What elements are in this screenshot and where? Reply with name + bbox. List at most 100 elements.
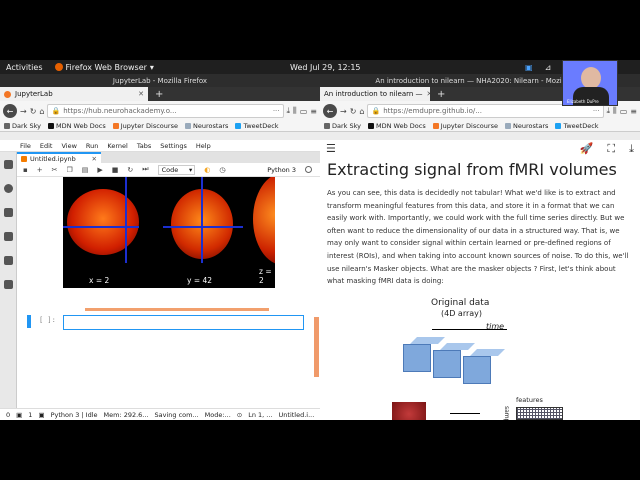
stop-icon[interactable]: ■ — [112, 166, 119, 174]
twitter-icon — [235, 123, 242, 129]
figure-title: Original data — [431, 298, 490, 308]
volume-cube — [463, 356, 491, 384]
download-icon[interactable]: ⤓ — [607, 106, 611, 116]
coord-label: z = 2 — [259, 267, 272, 285]
download-icon[interactable]: ⤓ — [287, 106, 291, 116]
bug-icon[interactable]: ⊙ — [237, 411, 242, 419]
figure-subtitle: (4D array) — [441, 309, 483, 318]
copy-icon[interactable]: ❐ — [67, 166, 73, 174]
back-button[interactable]: ← — [3, 104, 17, 118]
launch-rocket-icon[interactable]: 🚀 — [580, 142, 594, 155]
menu-icon[interactable]: ≡ — [310, 107, 317, 116]
forward-button[interactable]: → — [20, 107, 27, 116]
notebook-tab[interactable]: Untitled.ipynb ✕ — [17, 152, 101, 163]
menu-item[interactable]: File — [20, 142, 31, 150]
cube-top — [410, 337, 445, 344]
close-notebook-icon[interactable]: ✕ — [92, 155, 97, 163]
firefox-icon — [54, 63, 63, 71]
reload-button[interactable]: ↻ — [30, 107, 37, 116]
sidebar-icon[interactable]: ▭ — [620, 107, 628, 116]
status-item[interactable]: 1 — [28, 411, 32, 419]
hamburger-menu-icon[interactable]: ☰ — [326, 142, 336, 155]
bookmark-item[interactable]: Jupyter Discourse — [432, 122, 498, 130]
zoom-icon[interactable]: ▣ — [525, 63, 533, 72]
cell-type-label: Code — [161, 165, 179, 174]
app-menu[interactable]: Firefox Web Browser ▾ — [54, 63, 154, 72]
github-icon[interactable]: ◐ — [204, 166, 210, 174]
menu-item[interactable]: View — [61, 142, 76, 150]
menu-item[interactable]: Kernel — [107, 142, 127, 150]
download-page-icon[interactable]: ⤓ — [629, 142, 634, 156]
bookmark-item[interactable]: Neurostars — [184, 122, 228, 130]
commands-icon[interactable] — [4, 208, 13, 217]
clock[interactable]: Wed Jul 29, 12:15 — [290, 63, 361, 72]
menu-item[interactable]: Edit — [40, 142, 53, 150]
home-button[interactable]: ⌂ — [359, 107, 364, 116]
paste-icon[interactable]: ▤ — [82, 166, 89, 174]
address-bar[interactable]: 🔒 https://emdupre.github.io/... ··· — [367, 104, 604, 118]
tabs-icon[interactable] — [4, 256, 13, 265]
fast-forward-icon[interactable]: ⏭ — [142, 165, 148, 174]
restart-icon[interactable]: ↻ — [127, 166, 133, 174]
library-icon[interactable]: ⫼ — [293, 106, 297, 116]
close-tab-icon[interactable]: ✕ — [427, 90, 430, 98]
home-button[interactable]: ⌂ — [39, 107, 44, 116]
library-icon[interactable]: ⫼ — [613, 106, 617, 116]
property-inspector-icon[interactable] — [4, 232, 13, 241]
output-scrollbar[interactable] — [85, 308, 269, 311]
running-icon[interactable] — [4, 184, 13, 193]
status-item[interactable]: Mode:... — [205, 411, 231, 419]
window-title: JupyterLab - Mozilla Firefox — [0, 74, 320, 87]
page-actions-icon[interactable]: ··· — [273, 107, 280, 115]
browser-tab-nilearn[interactable]: An introduction to nilearn — ✕ — [320, 87, 430, 101]
vertical-scrollbar[interactable] — [314, 317, 319, 377]
system-tray[interactable]: ▣ ⊿ — [525, 63, 551, 72]
notebook-icon — [21, 155, 27, 162]
forward-button[interactable]: → — [340, 107, 347, 116]
bookmark-item[interactable]: MDN Web Docs — [368, 122, 426, 130]
menu-item[interactable]: Tabs — [137, 142, 151, 150]
clock-icon[interactable]: ◷ — [219, 166, 225, 174]
status-item[interactable]: Python 3 | Idle — [51, 411, 98, 419]
activities-button[interactable]: Activities — [6, 63, 43, 72]
address-bar[interactable]: 🔒 https://hub.neurohackademy.o... ··· — [47, 104, 284, 118]
fullscreen-icon[interactable]: ⛶ — [607, 142, 615, 156]
reload-button[interactable]: ↻ — [350, 107, 357, 116]
run-icon[interactable]: ▶ — [97, 166, 102, 174]
person-face — [581, 67, 601, 89]
bookmark-label: Dark Sky — [12, 122, 41, 130]
bookmark-item[interactable]: TweetDeck — [555, 122, 599, 130]
cell-type-select[interactable]: Code ▾ — [157, 164, 196, 175]
close-tab-icon[interactable]: ✕ — [138, 90, 144, 98]
bookmark-item[interactable]: Dark Sky — [4, 122, 41, 130]
browser-tab-jupyterlab[interactable]: JupyterLab ✕ — [0, 87, 148, 101]
save-icon[interactable]: ▪ — [23, 166, 28, 174]
samples-label: samples — [503, 406, 510, 420]
menu-icon[interactable]: ≡ — [630, 107, 637, 116]
bookmark-item[interactable]: Neurostars — [504, 122, 548, 130]
sagittal-slice — [67, 189, 139, 255]
url-text: https://emdupre.github.io/... — [383, 107, 482, 115]
back-button[interactable]: ← — [323, 104, 337, 118]
extension-icon[interactable] — [4, 280, 13, 289]
bookmark-item[interactable]: Jupyter Discourse — [112, 122, 178, 130]
bookmark-item[interactable]: MDN Web Docs — [48, 122, 106, 130]
new-tab-button[interactable]: + — [155, 89, 163, 100]
status-item[interactable]: 0 — [6, 411, 10, 419]
bookmark-label: TweetDeck — [243, 122, 279, 130]
mdn-icon — [368, 123, 374, 129]
bookmark-item[interactable]: Dark Sky — [324, 122, 361, 130]
page-actions-icon[interactable]: ··· — [593, 107, 600, 115]
menu-item[interactable]: Run — [86, 142, 98, 150]
bookmark-item[interactable]: TweetDeck — [235, 122, 279, 130]
status-item[interactable]: Ln 1, ... — [248, 411, 272, 419]
cut-icon[interactable]: ✂ — [52, 166, 58, 174]
code-cell-input[interactable] — [63, 315, 304, 330]
sidebar-icon[interactable]: ▭ — [300, 107, 308, 116]
menu-item[interactable]: Settings — [160, 142, 187, 150]
new-tab-button[interactable]: + — [437, 89, 445, 100]
kernel-name[interactable]: Python 3 — [267, 166, 296, 174]
menu-item[interactable]: Help — [196, 142, 211, 150]
folder-icon[interactable] — [4, 160, 13, 169]
add-cell-icon[interactable]: + — [37, 166, 43, 174]
